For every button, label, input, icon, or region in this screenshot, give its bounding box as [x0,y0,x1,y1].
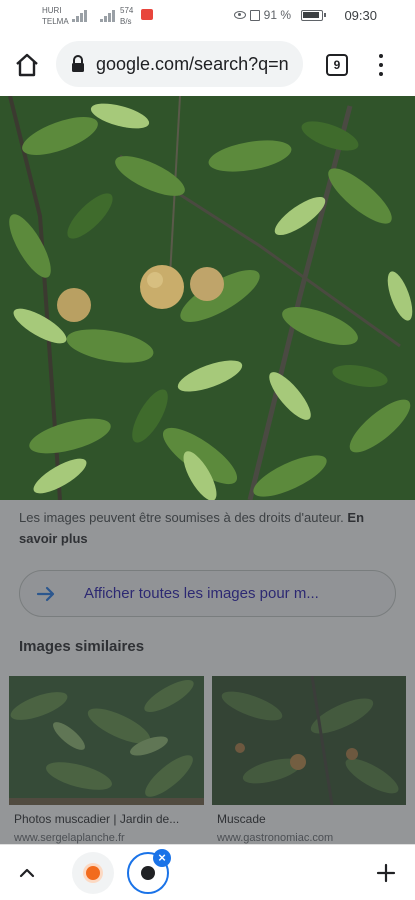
similar-image-card-2[interactable]: Muscade www.gastronomiac.com [212,676,406,844]
eye-comfort-icon [233,11,246,19]
status-bar: HURI TELMA 574 B/s 91 % 09:30 [0,0,415,34]
clock: 09:30 [344,8,377,23]
signal-strength-icon [72,10,88,22]
lock-icon [72,55,84,72]
url-text: google.com/search?q=n [96,54,289,74]
battery-icon [301,9,326,21]
tab-switcher-button[interactable]: 9 [326,54,348,76]
show-all-images-label: Afficher toutes les images pour m... [84,585,319,602]
image-preview[interactable] [0,96,415,500]
browser-toolbar: google.com/search?q=n 9 [0,34,415,96]
similar-image-title-2: Muscade [217,812,266,826]
tab-group-item-1[interactable] [72,852,114,894]
globe-icon [141,866,155,880]
vibrate-icon [249,9,260,21]
signal-strength-icon-2 [100,10,116,22]
arrow-right-icon [36,586,55,602]
status-right-icons: 91 % [233,8,326,22]
new-tab-plus-icon[interactable] [376,863,396,883]
similar-image-card-1[interactable]: Photos muscadier | Jardin de... www.serg… [9,676,204,844]
carrier-label: HURI TELMA [42,6,69,26]
battery-percent: 91 % [263,8,291,22]
similar-image-thumbnail-2 [212,676,406,805]
close-tab-icon[interactable]: × [153,849,171,867]
similar-image-domain-1: www.sergelaplanche.fr [14,832,125,844]
nutmeg-tree-photo [0,96,415,500]
notification-app-icon [141,9,153,20]
address-bar[interactable]: google.com/search?q=n [56,41,303,87]
image-viewer: Les images peuvent être soumises à des d… [0,96,415,844]
bottom-bar: × [0,844,415,900]
home-icon[interactable] [14,52,40,78]
similar-images-heading: Images similaires [19,638,145,655]
copyright-notice: Les images peuvent être soumises à des d… [19,510,365,546]
similar-image-title-1: Photos muscadier | Jardin de... [14,812,180,826]
network-speed: 574 B/s [120,6,134,26]
overflow-menu-icon[interactable] [371,52,391,78]
chevron-up-icon[interactable] [17,863,37,883]
show-all-images-button[interactable]: Afficher toutes les images pour m... [19,570,396,617]
similar-image-thumbnail-1 [9,676,204,805]
similar-image-domain-2: www.gastronomiac.com [217,832,334,844]
